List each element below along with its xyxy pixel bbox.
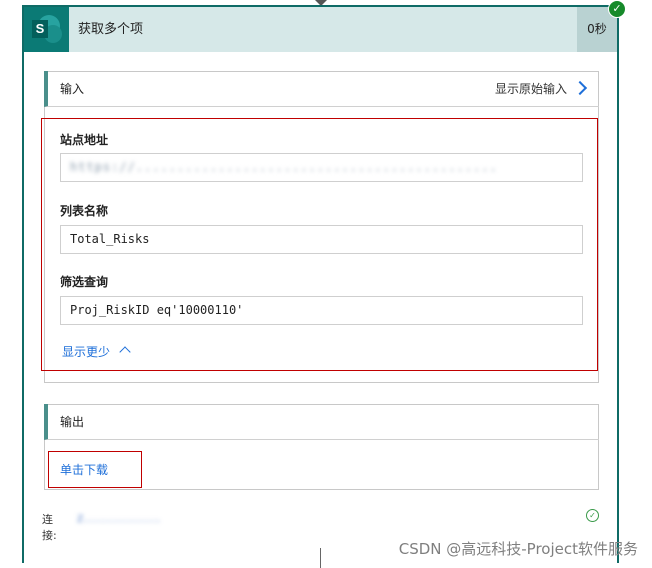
show-raw-inputs-link[interactable]: 显示原始输入 (495, 71, 567, 107)
action-header[interactable]: S 获取多个项 0秒 (24, 7, 617, 52)
bottom-connector-line (320, 548, 321, 568)
output-section-header[interactable]: 输出 (44, 404, 599, 440)
download-link[interactable]: 单击下载 (60, 461, 108, 478)
show-less-link[interactable]: 显示更少 (62, 343, 110, 360)
site-address-value: https://................................… (70, 160, 498, 174)
connection-ok-icon: ✓ (586, 509, 599, 522)
sharepoint-icon: S (24, 7, 69, 52)
action-title: 获取多个项 (78, 22, 144, 37)
connection-value: z................ (77, 511, 162, 525)
success-check-icon: ✓ (608, 0, 626, 18)
filter-query-field[interactable]: Proj_RiskID eq'10000110' (60, 296, 583, 325)
input-section-header[interactable]: 输入 显示原始输入 (44, 71, 599, 107)
site-address-label: 站点地址 (60, 133, 109, 147)
chevron-right-icon[interactable] (572, 80, 588, 96)
list-name-label: 列表名称 (60, 204, 109, 218)
filter-query-label: 筛选查询 (60, 275, 109, 289)
watermark-text: CSDN @高远科技-Project软件服务 (398, 540, 638, 558)
list-name-field[interactable]: Total_Risks (60, 225, 583, 254)
output-section-title: 输出 (60, 415, 85, 429)
connection-label: 连接: (42, 513, 57, 542)
input-section-title: 输入 (60, 82, 85, 96)
site-address-field[interactable]: https://................................… (60, 153, 583, 182)
